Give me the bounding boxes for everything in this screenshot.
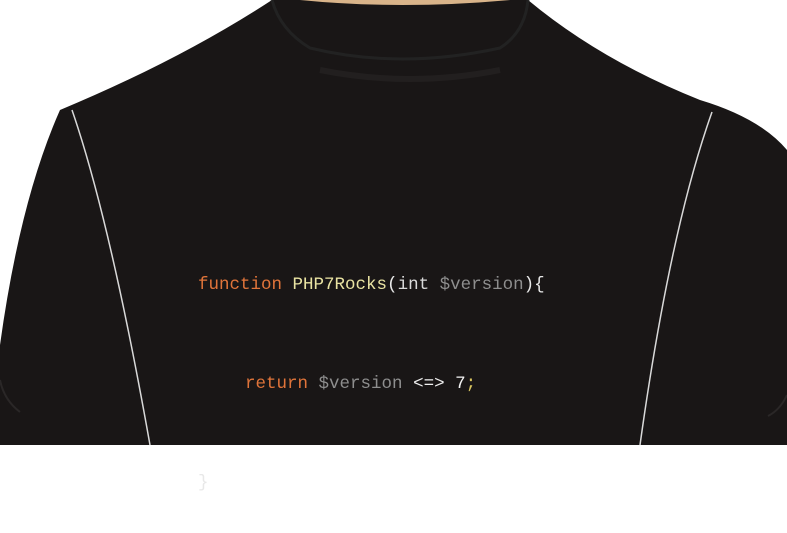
code-line-3: } [198,467,545,500]
closing-brace: } [198,473,209,493]
keyword-function: function [198,275,283,295]
number-literal: 7 [455,374,466,394]
open-paren: ( [387,275,398,295]
keyword-return: return [245,374,309,394]
spaceship-operator: <=> [413,374,445,394]
close-paren-brace: ){ [523,275,545,295]
param-type: int [397,275,430,295]
return-variable: $version [318,374,403,394]
code-line-2: return $version <=> 7; [198,368,545,401]
code-print: function PHP7Rocks(int $version){ return… [198,203,545,533]
semicolon: ; [465,374,477,394]
code-line-1: function PHP7Rocks(int $version){ [198,269,545,302]
function-name: PHP7Rocks [292,275,388,295]
param-variable: $version [439,275,524,295]
